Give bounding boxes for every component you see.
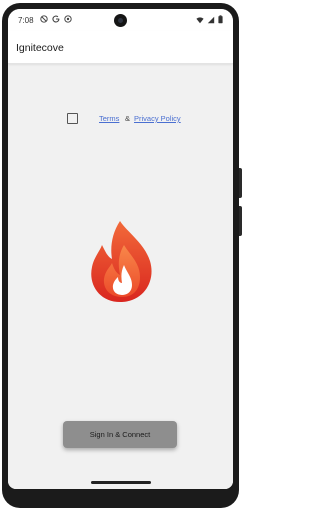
google-icon [52, 15, 60, 23]
status-icons-left [40, 15, 72, 23]
terms-link[interactable]: Terms [99, 114, 119, 123]
status-bar: 7:08 [8, 9, 233, 31]
consent-row: Terms & Privacy Policy [8, 112, 233, 126]
status-icons-right [196, 15, 223, 24]
consent-checkbox[interactable] [67, 113, 78, 124]
navigation-bar [8, 477, 233, 489]
wifi-icon [196, 16, 204, 23]
front-camera [114, 14, 127, 27]
phone-frame: 7:08 Ignitecove Terms & Privacy Policy S… [0, 0, 242, 512]
sign-in-connect-button[interactable]: Sign In & Connect [63, 421, 177, 448]
status-time: 7:08 [18, 16, 34, 25]
app-notification-icon [64, 15, 72, 23]
privacy-policy-link[interactable]: Privacy Policy [134, 114, 181, 123]
power-button [239, 168, 242, 198]
volume-button [239, 206, 242, 236]
flame-logo-icon [91, 221, 152, 303]
consent-separator: & [125, 114, 131, 123]
screen: 7:08 Ignitecove Terms & Privacy Policy S… [8, 9, 233, 489]
signal-icon [207, 16, 215, 23]
home-gesture-handle[interactable] [91, 481, 151, 484]
app-title: Ignitecove [16, 42, 64, 54]
do-not-disturb-icon [40, 15, 48, 23]
app-bar: Ignitecove [8, 31, 233, 64]
battery-icon [218, 15, 223, 24]
